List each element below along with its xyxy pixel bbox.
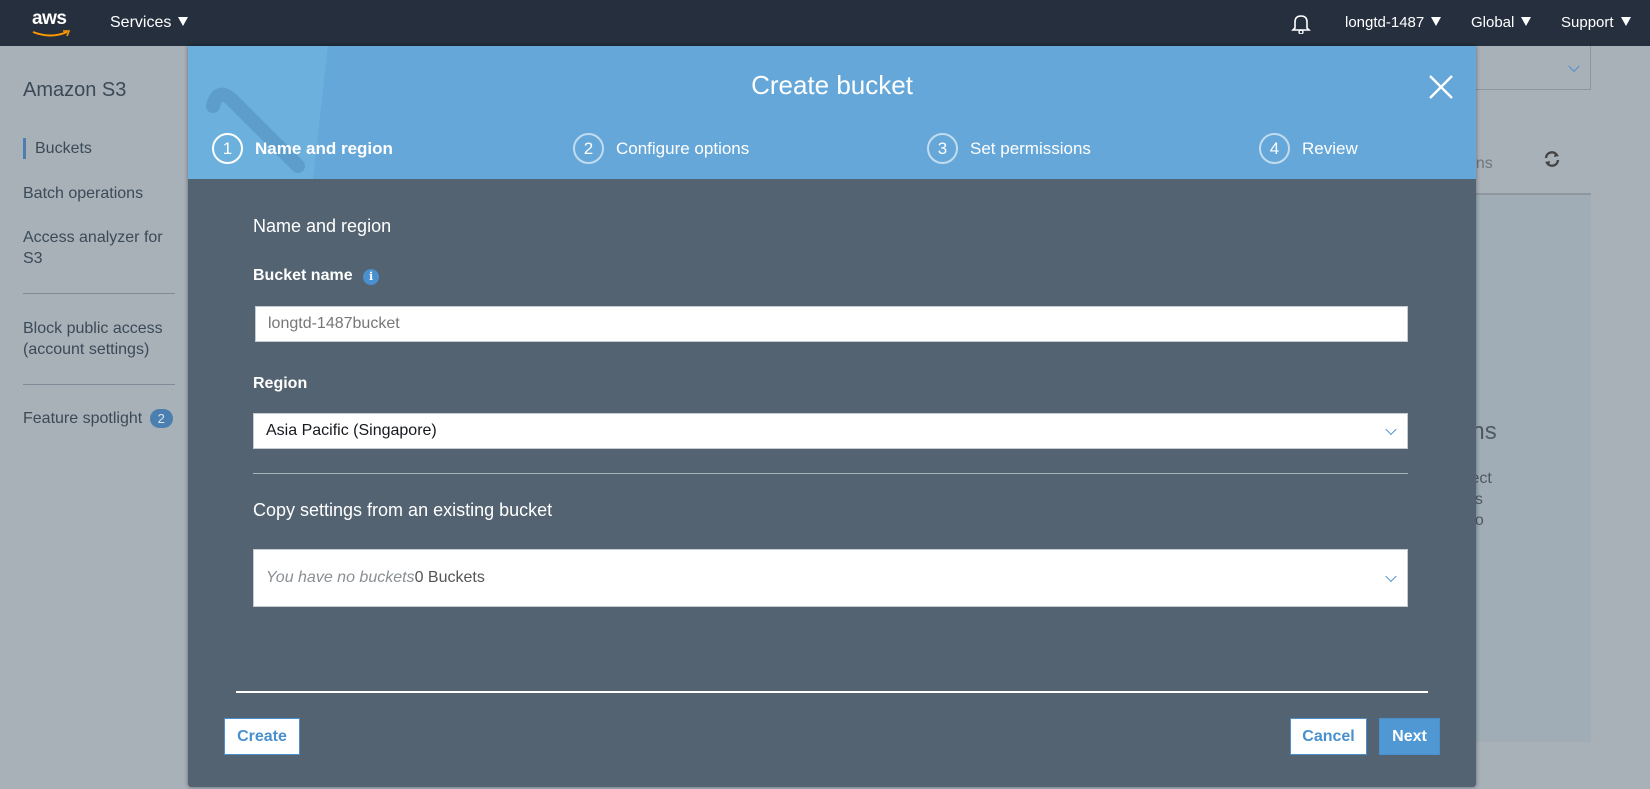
step-review[interactable]: 4 Review bbox=[1259, 133, 1358, 164]
refresh-icon[interactable] bbox=[1543, 150, 1561, 168]
bucket-name-input[interactable]: longtd-1487bucket bbox=[255, 306, 1408, 342]
sidebar-item-feature-spotlight[interactable]: Feature spotlight 2 bbox=[23, 408, 173, 429]
aws-logo[interactable]: aws bbox=[32, 8, 71, 37]
sidebar-title: Amazon S3 bbox=[23, 79, 127, 101]
sidebar-item-block-public-access[interactable]: Block public access (account settings) bbox=[23, 318, 183, 360]
modal-header: Create bucket 1 Name and region 2 Configur… bbox=[188, 46, 1476, 179]
modal-title: Create bucket bbox=[751, 70, 913, 100]
next-button[interactable]: Next bbox=[1379, 718, 1440, 755]
close-icon[interactable] bbox=[1428, 74, 1454, 100]
step-name-and-region[interactable]: 1 Name and region bbox=[212, 133, 393, 164]
chevron-down-icon bbox=[1568, 60, 1580, 72]
sidebar: Amazon S3 Buckets Batch operations Acces… bbox=[0, 46, 188, 789]
cancel-button[interactable]: Cancel bbox=[1290, 718, 1367, 755]
footer-divider bbox=[236, 691, 1428, 693]
caret-down-icon bbox=[178, 17, 189, 26]
sidebar-item-batch-operations[interactable]: Batch operations bbox=[23, 183, 143, 204]
sidebar-item-buckets[interactable]: Buckets bbox=[23, 138, 92, 159]
divider bbox=[23, 384, 175, 385]
account-menu[interactable]: longtd-1487 bbox=[1345, 14, 1442, 31]
services-menu[interactable]: Services bbox=[110, 14, 189, 32]
count-badge: 2 bbox=[149, 409, 173, 428]
create-button[interactable]: Create bbox=[224, 718, 300, 755]
caret-down-icon bbox=[1620, 17, 1631, 26]
divider bbox=[253, 473, 1408, 474]
smile-arrow-icon bbox=[32, 30, 71, 37]
step-set-permissions[interactable]: 3 Set permissions bbox=[927, 133, 1091, 164]
region-label: Region bbox=[253, 375, 308, 392]
support-menu[interactable]: Support bbox=[1561, 14, 1631, 31]
bell-icon[interactable] bbox=[1290, 12, 1312, 38]
sidebar-item-access-analyzer[interactable]: Access analyzer for S3 bbox=[23, 227, 173, 269]
step-configure-options[interactable]: 2 Configure options bbox=[573, 133, 749, 164]
caret-down-icon bbox=[1431, 17, 1442, 26]
copy-settings-select[interactable]: You have no buckets 0 Buckets bbox=[253, 549, 1408, 607]
chevron-down-icon bbox=[1385, 570, 1397, 583]
copy-settings-title: Copy settings from an existing bucket bbox=[253, 500, 553, 520]
create-bucket-modal: Create bucket 1 Name and region 2 Configur… bbox=[188, 46, 1476, 787]
bucket-name-label: Bucket name i bbox=[253, 267, 380, 285]
chevron-down-icon bbox=[1385, 423, 1397, 436]
divider bbox=[23, 293, 175, 294]
region-select[interactable]: Asia Pacific (Singapore) bbox=[253, 413, 1408, 449]
region-menu[interactable]: Global bbox=[1471, 14, 1532, 31]
caret-down-icon bbox=[1521, 17, 1532, 26]
top-nav-bar: aws Services longtd-1487 Global Support bbox=[0, 0, 1650, 46]
section-title: Name and region bbox=[253, 216, 392, 236]
info-icon[interactable]: i bbox=[363, 269, 380, 285]
